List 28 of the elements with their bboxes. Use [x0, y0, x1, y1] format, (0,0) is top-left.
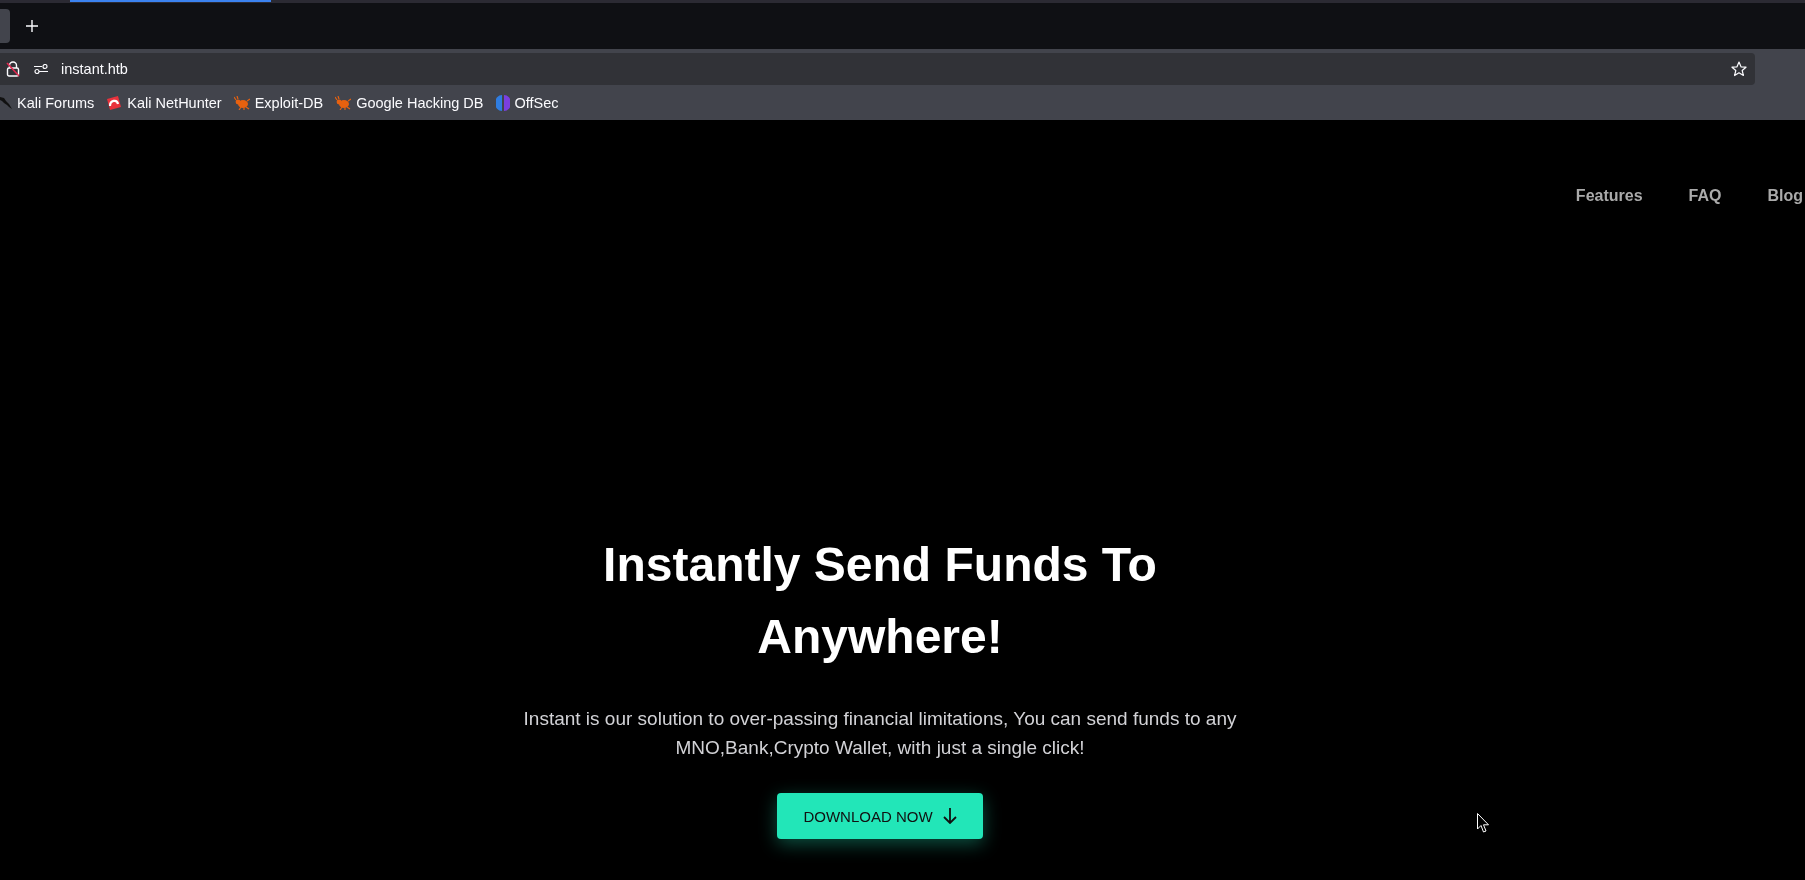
- site-info-button[interactable]: [6, 61, 20, 77]
- bookmark-star-button[interactable]: [1731, 61, 1747, 77]
- nav-link[interactable]: Blog: [1767, 186, 1803, 206]
- bookmark-item[interactable]: Google Hacking DB: [335, 94, 484, 111]
- bookmark-item[interactable]: Kali Forums: [0, 94, 95, 111]
- bookmark-item[interactable]: Exploit-DB: [233, 94, 324, 111]
- hero-description: Instant is our solution to over-passing financial limitations, You can send funds to any MNO,Bank,Crypto Wallet, with just a single click!: [522, 707, 1238, 760]
- new-tab-button[interactable]: [26, 20, 38, 32]
- sliders-icon: [34, 64, 48, 74]
- mouse-pointer-icon: [1477, 813, 1489, 833]
- hero-title: Instantly Send Funds To Anywhere!: [602, 537, 1158, 665]
- permissions-button[interactable]: [34, 64, 48, 74]
- arrow-down-icon: [942, 808, 957, 824]
- address-bar[interactable]: instant.htb: [0, 53, 1755, 85]
- split-circle-icon: [495, 94, 510, 111]
- nav-link[interactable]: Features: [1575, 186, 1643, 206]
- nav-link[interactable]: FAQ: [1688, 186, 1722, 206]
- star-icon: [1731, 61, 1747, 77]
- bug-icon: [335, 95, 352, 110]
- bookmark-item[interactable]: OffSec: [495, 94, 559, 111]
- url-text: instant.htb: [61, 61, 129, 77]
- logo-icon: [0, 94, 12, 111]
- crossed-lock-icon: [6, 61, 20, 77]
- bug-icon: [233, 95, 250, 110]
- bookmark-item[interactable]: Kali NetHunter: [106, 94, 222, 111]
- download-button[interactable]: DOWNLOAD NOW: [777, 793, 983, 839]
- plus-icon: [26, 20, 38, 32]
- arc-logo-icon: [106, 94, 123, 111]
